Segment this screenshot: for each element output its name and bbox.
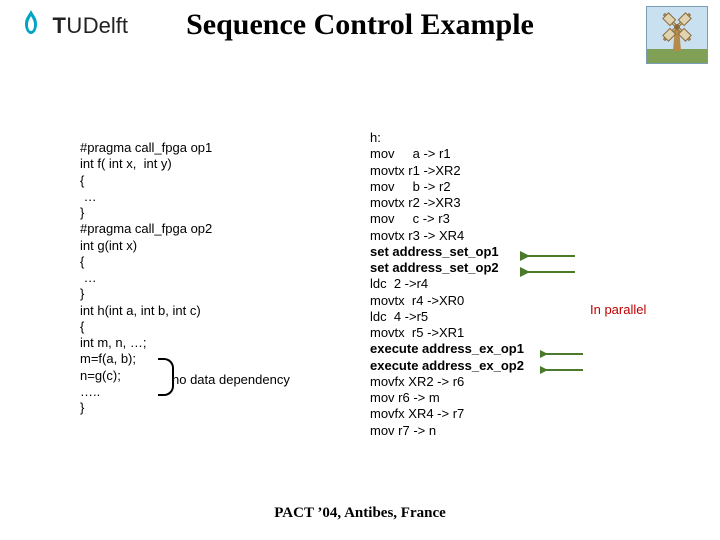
in-parallel-label: In parallel: [590, 302, 646, 317]
no-dependency-label: no data dependency: [172, 372, 290, 387]
assembly-code-block: h:mov a -> r1movtx r1 ->XR2mov b -> r2mo…: [370, 130, 524, 439]
code-line: }: [80, 286, 212, 302]
exec-arrow-2: [540, 359, 588, 377]
code-line: {: [80, 254, 212, 270]
exec-arrow-1: [540, 343, 588, 361]
code-line: }: [80, 400, 212, 416]
asm-line: movtx r5 ->XR1: [370, 325, 524, 341]
asm-line: mov c -> r3: [370, 211, 524, 227]
code-line: …: [80, 270, 212, 286]
set-arrow-2: [520, 261, 580, 279]
asm-line: movtx r2 ->XR3: [370, 195, 524, 211]
asm-line: movfx XR4 -> r7: [370, 406, 524, 422]
code-line: …: [80, 189, 212, 205]
asm-line: set address_set_op1: [370, 244, 524, 260]
asm-line: ldc 2 ->r4: [370, 276, 524, 292]
code-line: m=f(a, b);: [80, 351, 212, 367]
asm-line: ldc 4 ->r5: [370, 309, 524, 325]
asm-line: execute address_ex_op2: [370, 358, 524, 374]
code-line: }: [80, 205, 212, 221]
asm-line: mov a -> r1: [370, 146, 524, 162]
asm-line: movtx r1 ->XR2: [370, 163, 524, 179]
asm-line: movtx r3 -> XR4: [370, 228, 524, 244]
code-line: int g(int x): [80, 238, 212, 254]
asm-line: set address_set_op2: [370, 260, 524, 276]
asm-line: mov r7 -> n: [370, 423, 524, 439]
code-line: #pragma call_fpga op1: [80, 140, 212, 156]
asm-line: mov r6 -> m: [370, 390, 524, 406]
code-line: int h(int a, int b, int c): [80, 303, 212, 319]
asm-line: mov b -> r2: [370, 179, 524, 195]
asm-line: movtx r4 ->XR0: [370, 293, 524, 309]
slide-title: Sequence Control Example: [0, 8, 720, 42]
slide: TUDelft Sequence Control Example #pragma…: [0, 0, 720, 540]
code-line: {: [80, 173, 212, 189]
footer-text: PACT ’04, Antibes, France: [0, 505, 720, 522]
code-line: #pragma call_fpga op2: [80, 221, 212, 237]
code-line: {: [80, 319, 212, 335]
asm-line: movfx XR2 -> r6: [370, 374, 524, 390]
asm-line: h:: [370, 130, 524, 146]
code-line: int f( int x, int y): [80, 156, 212, 172]
windmill-image: [646, 6, 708, 64]
code-line: int m, n, …;: [80, 335, 212, 351]
asm-line: execute address_ex_op1: [370, 341, 524, 357]
set-arrow-1: [520, 245, 580, 263]
